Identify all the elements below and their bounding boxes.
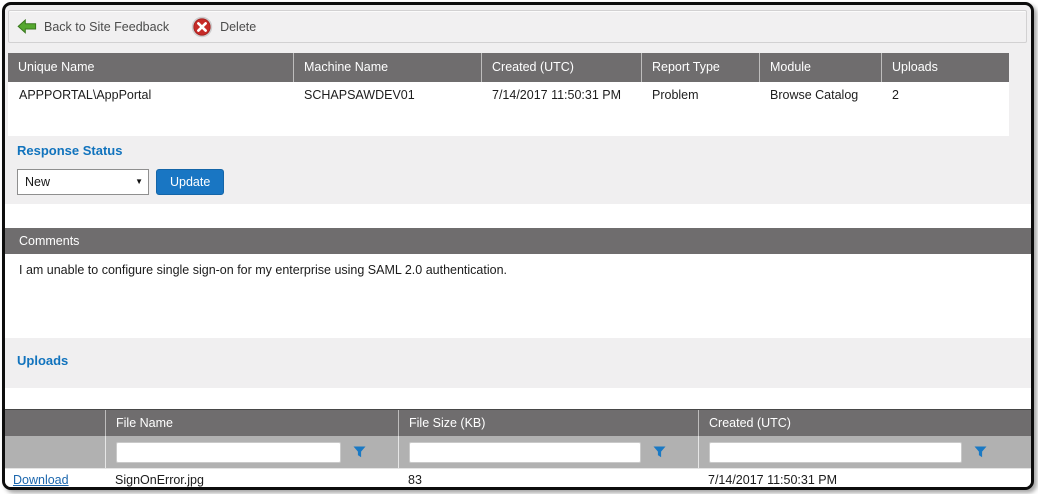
back-arrow-icon [17, 19, 37, 34]
filter-cell-file-name [105, 436, 398, 468]
response-status-section: Response Status New ▼ Update [5, 136, 1031, 204]
toolbar-zone: Back to Site Feedback Delete [5, 10, 1031, 53]
created-filter-input[interactable] [709, 442, 962, 463]
uploads-filter-row [5, 436, 1031, 468]
created-value: 7/14/2017 11:50:31 PM [481, 88, 641, 102]
app-window: Back to Site Feedback Delete Uni [2, 2, 1034, 490]
download-link[interactable]: Download [5, 473, 69, 487]
uploads-table-header: File Name File Size (KB) Created (UTC) [5, 409, 1031, 436]
report-type-value: Problem [641, 88, 759, 102]
column-header-unique-name: Unique Name [8, 53, 293, 82]
column-header-created: Created (UTC) [481, 53, 641, 82]
report-table-row: APPPORTAL\AppPortal SCHAPSAWDEV01 7/14/2… [8, 82, 1009, 108]
feedback-report-table: Unique Name Machine Name Created (UTC) R… [8, 53, 1009, 136]
comments-body: I am unable to configure single sign-on … [5, 254, 1031, 338]
uploads-table: File Name File Size (KB) Created (UTC) [5, 409, 1031, 490]
file-name-filter-funnel-icon[interactable] [341, 446, 377, 458]
response-status-label: Response Status [17, 143, 1031, 158]
back-to-site-feedback-button[interactable]: Back to Site Feedback [17, 19, 169, 34]
upload-row: Download SignOnError.jpg 83 7/14/2017 11… [5, 468, 1031, 490]
download-cell: Download [5, 473, 105, 487]
delete-button[interactable]: Delete [191, 16, 256, 38]
column-header-actions [5, 410, 105, 436]
toolbar: Back to Site Feedback Delete [8, 10, 1027, 43]
file-name-filter-input[interactable] [116, 442, 341, 463]
chevron-down-icon: ▼ [135, 178, 143, 186]
delete-icon [191, 16, 213, 38]
response-status-select[interactable]: New ▼ [17, 169, 149, 195]
column-header-file-size: File Size (KB) [398, 410, 698, 436]
created-filter-funnel-icon[interactable] [962, 446, 998, 458]
back-button-label: Back to Site Feedback [44, 20, 169, 34]
uploads-section: Uploads [5, 338, 1031, 388]
machine-name-value: SCHAPSAWDEV01 [293, 88, 481, 102]
response-status-controls: New ▼ Update [17, 169, 1031, 195]
comments-header: Comments [5, 228, 1031, 254]
file-size-filter-funnel-icon[interactable] [641, 446, 677, 458]
comment-text: I am unable to configure single sign-on … [19, 263, 507, 277]
column-header-module: Module [759, 53, 881, 82]
update-button[interactable]: Update [156, 169, 224, 195]
report-table-header: Unique Name Machine Name Created (UTC) R… [8, 53, 1009, 82]
column-header-uploads: Uploads [881, 53, 1009, 82]
file-size-filter-input[interactable] [409, 442, 641, 463]
spacer [5, 388, 1031, 409]
uploads-count-value: 2 [881, 88, 1009, 102]
screenshot: Back to Site Feedback Delete Uni [0, 0, 1038, 494]
column-header-upload-created: Created (UTC) [698, 410, 1031, 436]
column-header-report-type: Report Type [641, 53, 759, 82]
file-name-value: SignOnError.jpg [105, 473, 398, 487]
column-header-machine-name: Machine Name [293, 53, 481, 82]
delete-button-label: Delete [220, 20, 256, 34]
unique-name-value: APPPORTAL\AppPortal [8, 88, 293, 102]
column-header-file-name: File Name [105, 410, 398, 436]
filter-cell-created [698, 436, 1031, 468]
report-table-body: APPPORTAL\AppPortal SCHAPSAWDEV01 7/14/2… [8, 82, 1009, 136]
uploads-heading: Uploads [17, 353, 1031, 368]
filter-cell-blank [5, 436, 105, 468]
response-status-selected-value: New [25, 175, 50, 189]
upload-created-value: 7/14/2017 11:50:31 PM [698, 473, 1031, 487]
spacer [5, 204, 1031, 228]
filter-cell-file-size [398, 436, 698, 468]
module-value: Browse Catalog [759, 88, 881, 102]
file-size-value: 83 [398, 473, 698, 487]
